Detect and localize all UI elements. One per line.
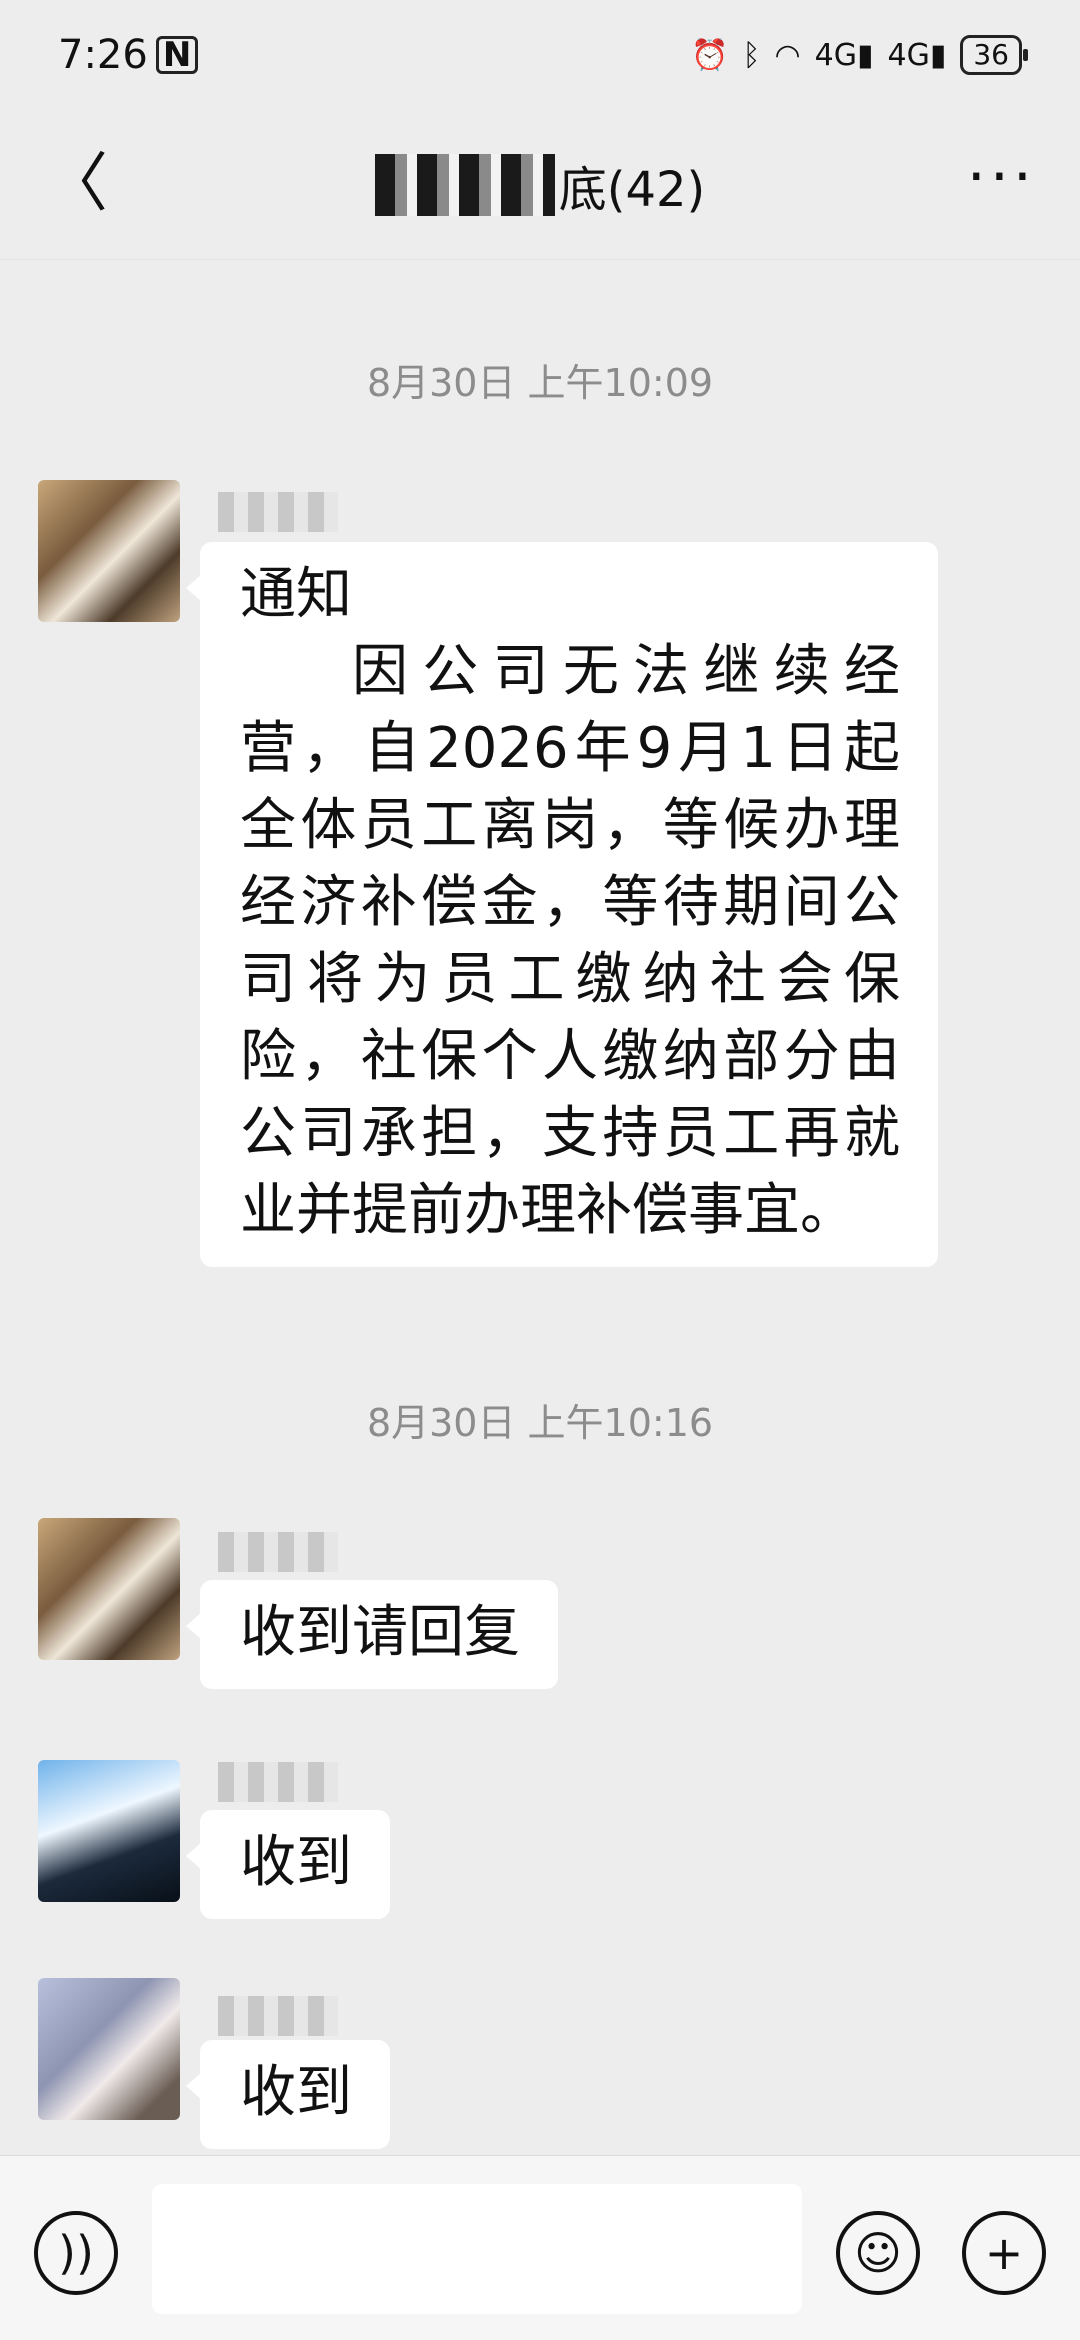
input-bar: )) ☺ +	[0, 2155, 1080, 2340]
status-bar: 7:26 N ⏰ ᛒ ◠ 4G▮ 4G▮ 36	[0, 0, 1080, 110]
nfc-icon: N	[155, 36, 199, 74]
timestamp: 8月30日 上午10:09	[366, 361, 714, 405]
clock: 7:26	[58, 32, 148, 78]
more-icon[interactable]: ···	[967, 142, 1036, 212]
avatar[interactable]	[38, 1760, 180, 1902]
sender-name-redacted	[218, 1532, 338, 1572]
alarm-icon: ⏰	[691, 37, 729, 73]
message-input[interactable]	[152, 2184, 802, 2314]
message-list[interactable]: 8月30日 上午10:09 通知 因公司无法继续经营，自2026年9月1日起全体…	[0, 260, 1080, 2155]
chat-title[interactable]: 底(42)	[374, 150, 706, 220]
message-bubble[interactable]: 收到请回复	[186, 1580, 558, 1689]
avatar[interactable]	[38, 480, 180, 622]
redacted-group-name	[374, 153, 555, 216]
back-icon[interactable]: 〈	[44, 152, 108, 216]
notice-body: 因公司无法继续经营，自2026年9月1日起全体员工离岗，等候办理经济补偿金，等待…	[240, 639, 900, 1243]
message-bubble[interactable]: 收到	[186, 2040, 390, 2149]
status-left: 7:26 N	[58, 32, 199, 78]
battery-icon: 36	[960, 35, 1028, 75]
message-bubble-notice[interactable]: 通知 因公司无法继续经营，自2026年9月1日起全体员工离岗，等候办理经济补偿金…	[186, 542, 938, 1267]
network-type-1: 4G	[814, 37, 857, 73]
timestamp: 8月30日 上午10:16	[366, 1401, 714, 1445]
avatar[interactable]	[38, 1518, 180, 1660]
signal-icon-1: 4G▮	[814, 37, 874, 73]
status-right: ⏰ ᛒ ◠ 4G▮ 4G▮ 36	[691, 35, 1028, 75]
plus-icon[interactable]: +	[962, 2211, 1046, 2295]
notice-title: 通知	[240, 562, 352, 627]
bluetooth-icon: ᛒ	[742, 37, 761, 73]
emoji-icon[interactable]: ☺	[836, 2211, 920, 2295]
sender-name-redacted	[218, 1996, 338, 2036]
sender-name-redacted	[218, 492, 338, 532]
chat-title-text: 底(42)	[558, 161, 706, 218]
network-type-2: 4G	[887, 37, 930, 73]
sender-name-redacted	[218, 1762, 338, 1802]
signal-icon-2: 4G▮	[887, 37, 947, 73]
chat-header: 〈 底(42) ···	[0, 110, 1080, 260]
avatar[interactable]	[38, 1978, 180, 2120]
wifi-icon: ◠	[774, 37, 801, 73]
message-bubble[interactable]: 收到	[186, 1810, 390, 1919]
voice-icon[interactable]: ))	[34, 2211, 118, 2295]
